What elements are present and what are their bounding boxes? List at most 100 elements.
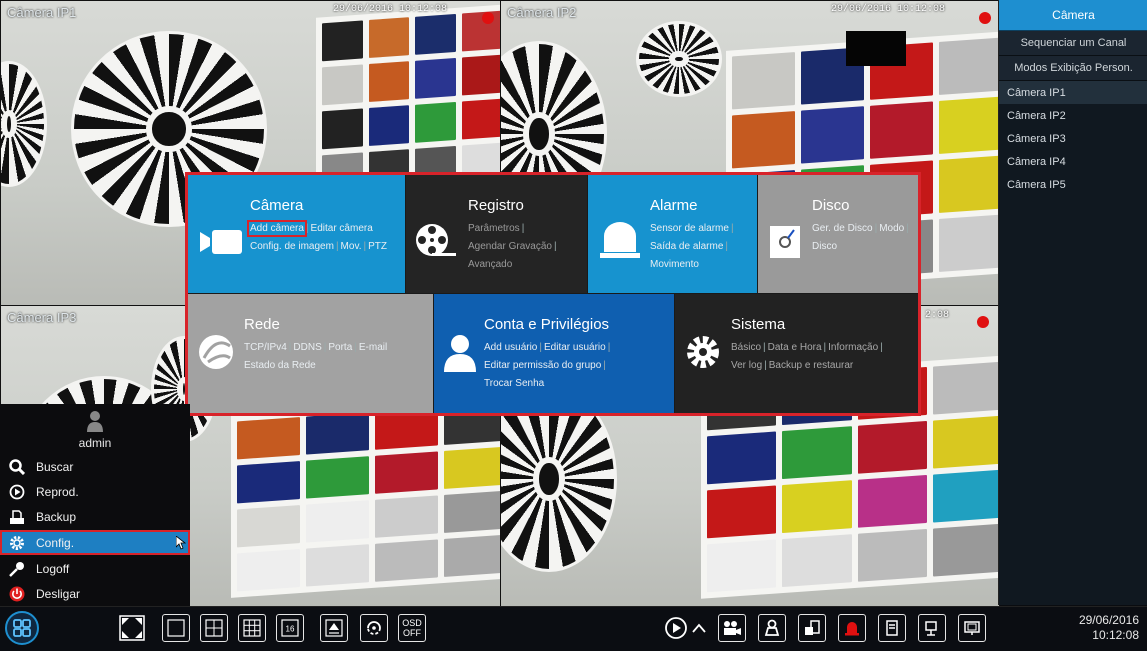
network-tile[interactable]: Rede TCP/IPv4 | DDNS | Porta | E-mail Estado d… <box>188 294 433 413</box>
email-link[interactable]: E-mail <box>359 342 387 353</box>
fullscreen-button[interactable] <box>118 614 146 642</box>
backup-menu-item[interactable]: Backup <box>0 504 190 529</box>
display-status-button[interactable] <box>958 614 986 642</box>
playback-menu-item[interactable]: Reprod. <box>0 479 190 504</box>
camera-tile[interactable]: Câmera Add câmera | Editar câmera Config. … <box>188 175 405 293</box>
layout-quad-icon <box>205 619 223 637</box>
layout-9-button[interactable] <box>238 614 266 642</box>
system-tile[interactable]: Sistema Básico | Data e Hora | Informação | V… <box>675 294 918 413</box>
ddns-link[interactable]: DDNS <box>293 342 321 353</box>
custom-display-modes-button[interactable]: Modos Exibição Person. <box>999 56 1147 81</box>
add-user-link[interactable]: Add usuário <box>484 342 537 353</box>
chevron-up-icon <box>692 623 706 633</box>
sequence-button[interactable] <box>320 614 348 642</box>
parameters-link[interactable]: Parâmetros <box>468 223 520 234</box>
alarm-output-link[interactable]: Saída de alarme <box>650 241 723 252</box>
disk-link[interactable]: Disco <box>812 241 837 252</box>
record-indicator-icon <box>979 12 991 24</box>
mouse-cursor-icon <box>175 535 187 553</box>
system-clock: 29/06/2016 10:12:08 <box>1079 613 1139 643</box>
advanced-link[interactable]: Avançado <box>468 259 512 270</box>
film-reel-icon <box>416 224 456 256</box>
tile-title: Câmera <box>250 197 304 214</box>
rotate-button[interactable] <box>360 614 388 642</box>
alarm-status-button[interactable] <box>758 614 786 642</box>
network-status-link[interactable]: Estado da Rede <box>244 360 316 371</box>
schedule-link[interactable]: Agendar Gravação <box>468 241 552 252</box>
disk-status-button[interactable] <box>878 614 906 642</box>
backup-status-button[interactable] <box>798 614 826 642</box>
camera-list-item[interactable]: Câmera IP5 <box>999 173 1147 196</box>
tcpip-link[interactable]: TCP/IPv4 <box>244 342 287 353</box>
camera-panel-header[interactable]: Câmera <box>999 0 1147 31</box>
menu-item-label: Desligar <box>36 586 81 601</box>
gear-icon <box>687 336 719 368</box>
color-chart <box>231 396 501 598</box>
playback-button[interactable] <box>662 614 690 642</box>
image-config-link[interactable]: Config. de imagem <box>250 241 334 252</box>
camera-label: Câmera IP3 <box>7 310 77 325</box>
clock-date: 29/06/2016 <box>1078 613 1139 627</box>
edit-camera-link[interactable]: Editar câmera <box>311 223 373 234</box>
port-link[interactable]: Porta <box>328 342 352 353</box>
ptz-link[interactable]: PTZ <box>368 241 387 252</box>
alarm-light-icon <box>600 222 640 258</box>
add-camera-link[interactable]: Add câmera <box>247 220 307 237</box>
group-permission-link[interactable]: Editar permissão do grupo <box>484 360 601 371</box>
camera-list-item[interactable]: Câmera IP2 <box>999 104 1147 127</box>
svg-text:16: 16 <box>286 625 295 634</box>
edit-user-link[interactable]: Editar usuário <box>544 342 606 353</box>
backup-restore-link[interactable]: Backup e restaurar <box>769 360 854 371</box>
search-menu-item[interactable]: Buscar <box>0 454 190 479</box>
config-menu: Câmera Add câmera | Editar câmera Config. … <box>185 172 921 416</box>
record-indicator-icon <box>977 316 989 328</box>
logoff-menu-item[interactable]: Logoff <box>0 556 190 581</box>
change-password-link[interactable]: Trocar Senha <box>484 378 544 389</box>
focus-target <box>636 21 722 97</box>
layout-1-button[interactable] <box>162 614 190 642</box>
play-circle-icon <box>8 483 26 501</box>
network-status-button[interactable] <box>918 614 946 642</box>
tile-title: Disco <box>812 197 850 214</box>
sequence-channel-button[interactable]: Sequenciar um Canal <box>999 31 1147 56</box>
camera-timestamp: 29/06/2016 10:12:08 <box>333 4 448 15</box>
camera-list-item[interactable]: Câmera IP4 <box>999 150 1147 173</box>
disk-manager-link[interactable]: Ger. de Disco <box>812 223 873 234</box>
information-link[interactable]: Informação <box>828 342 878 353</box>
config-menu-item[interactable]: Config. <box>0 530 190 555</box>
disk-tile[interactable]: Disco Ger. de Disco | Modo | Disco <box>758 175 918 293</box>
layout-4-button[interactable] <box>200 614 228 642</box>
gear-icon <box>8 534 26 552</box>
play-circle-icon <box>665 617 687 639</box>
motion-detection-link[interactable]: Movimento <box>650 259 699 270</box>
start-menu: admin Buscar Reprod. Backup Config. Logo… <box>0 404 190 606</box>
view-log-link[interactable]: Ver log <box>731 360 762 371</box>
record-camera-icon <box>724 621 741 635</box>
basic-link[interactable]: Básico <box>731 342 761 353</box>
mode-link[interactable]: Modo <box>879 223 904 234</box>
username: admin <box>78 436 112 450</box>
start-button[interactable] <box>5 611 39 645</box>
layout-16-button[interactable]: 16 <box>276 614 304 642</box>
camera-list-item[interactable]: Câmera IP1 <box>999 81 1147 104</box>
alarm-tile[interactable]: Alarme Sensor de alarme | Saída de alarme… <box>588 175 757 293</box>
expand-toolbar-button[interactable] <box>692 621 706 639</box>
shutdown-menu-item[interactable]: Desligar <box>0 581 190 606</box>
camera-panel: Câmera Sequenciar um Canal Modos Exibiçã… <box>998 0 1147 605</box>
power-icon <box>8 585 26 603</box>
account-tile[interactable]: Conta e Privilégios Add usuário | Editar u… <box>434 294 674 413</box>
alarm-sensor-link[interactable]: Sensor de alarme <box>650 223 729 234</box>
date-time-link[interactable]: Data e Hora <box>768 342 822 353</box>
camera-timestamp: 2:08 <box>925 310 950 321</box>
layout-single-icon <box>167 619 185 637</box>
record-tile[interactable]: Registro Parâmetros | Agendar Gravação | A… <box>406 175 587 293</box>
motion-link[interactable]: Mov. <box>341 241 362 252</box>
manual-record-button[interactable] <box>718 614 746 642</box>
camera-list-item[interactable]: Câmera IP3 <box>999 127 1147 150</box>
color-chart <box>316 4 501 200</box>
osd-toggle-button[interactable]: OSD OFF <box>398 614 426 642</box>
alarm-light-button[interactable] <box>838 614 866 642</box>
menu-item-label: Backup <box>36 509 77 524</box>
tile-title: Registro <box>468 197 524 214</box>
tile-title: Sistema <box>731 316 786 333</box>
